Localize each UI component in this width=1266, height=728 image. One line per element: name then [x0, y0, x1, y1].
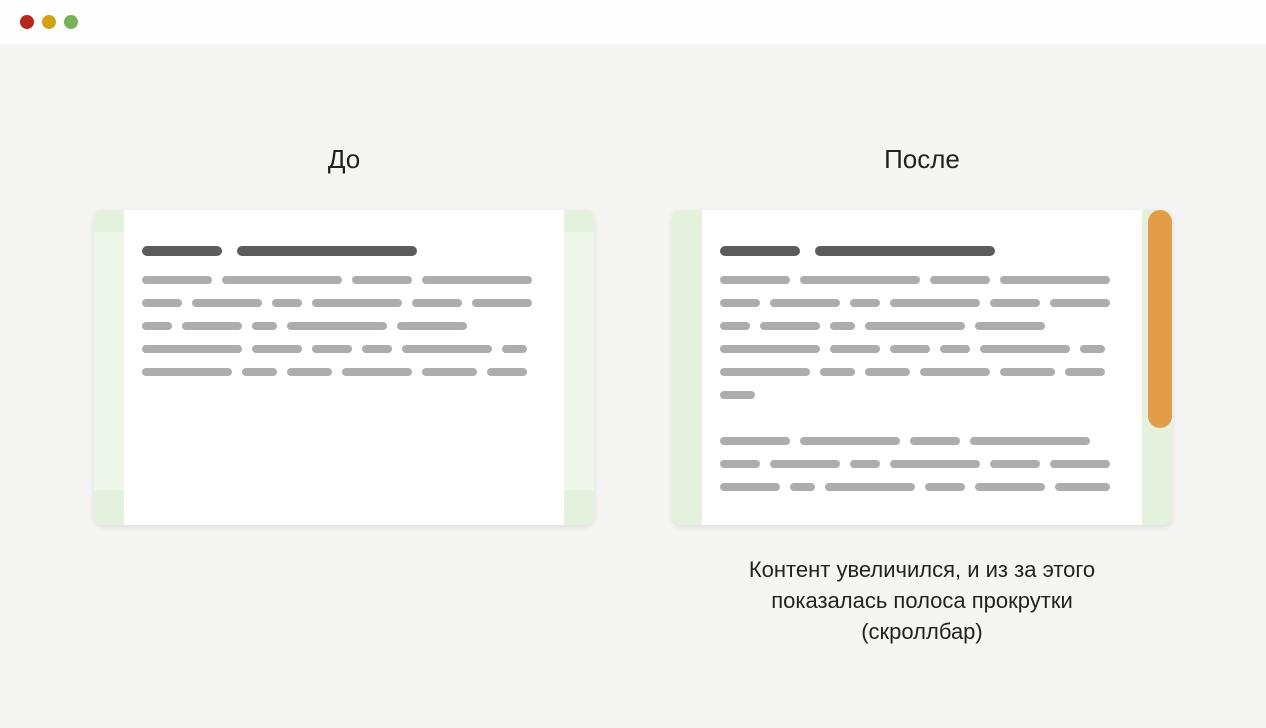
- placeholder-heading: [720, 246, 1124, 256]
- before-heading: До: [328, 144, 360, 175]
- caption-line: (скроллбар): [749, 617, 1095, 648]
- window-titlebar: [0, 0, 1266, 44]
- diagram-canvas: До После: [0, 44, 1266, 728]
- after-column: После: [668, 144, 1176, 728]
- caption-line: показалась полоса прокрутки: [749, 586, 1095, 617]
- minimize-icon[interactable]: [42, 15, 56, 29]
- caption-line: Контент увеличился, и из за этого: [749, 555, 1095, 586]
- after-panel: [672, 210, 1172, 525]
- before-panel: [94, 210, 594, 525]
- after-caption: Контент увеличился, и из за этого показа…: [749, 555, 1095, 647]
- before-content: [124, 232, 564, 490]
- maximize-icon[interactable]: [64, 15, 78, 29]
- placeholder-text: [142, 276, 546, 376]
- before-column: До: [90, 144, 598, 728]
- placeholder-heading: [142, 246, 546, 256]
- placeholder-text: [720, 276, 1124, 491]
- close-icon[interactable]: [20, 15, 34, 29]
- after-content: [702, 232, 1142, 525]
- scrollbar-icon[interactable]: [1148, 210, 1172, 428]
- after-heading: После: [884, 144, 960, 175]
